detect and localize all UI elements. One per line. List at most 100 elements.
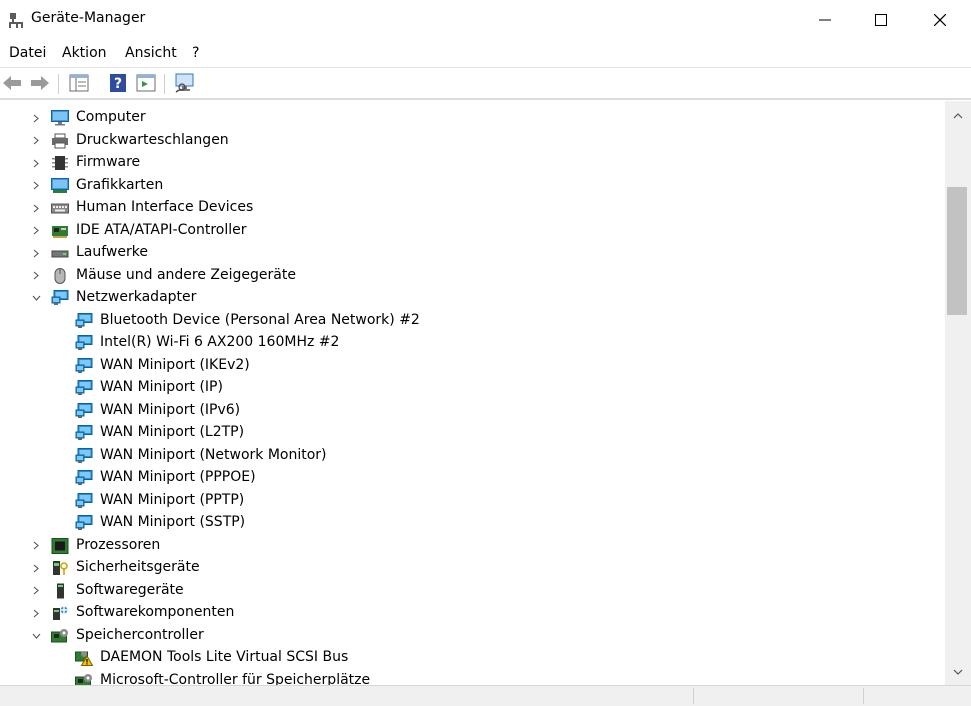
tree-device-row[interactable]: WAN Miniport (PPTP) (0, 490, 945, 512)
expander-chevron-right-icon[interactable] (30, 156, 42, 170)
security-icon (51, 560, 69, 576)
tree-item-label: WAN Miniport (PPPOE) (100, 469, 256, 485)
maximize-button[interactable] (852, 0, 910, 40)
tree-item-label: Softwaregeräte (76, 581, 184, 598)
expander-chevron-right-icon[interactable] (30, 201, 42, 215)
tree-item-label: Druckwarteschlangen (76, 131, 229, 148)
menu-help[interactable]: ? (192, 45, 199, 61)
tree-category-row[interactable]: Prozessoren (0, 535, 945, 557)
network-icon (75, 380, 93, 396)
keyboard-icon (51, 200, 69, 216)
tree-device-row[interactable]: WAN Miniport (SSTP) (0, 512, 945, 534)
chevron-down-icon (953, 669, 963, 675)
tree-category-row[interactable]: Netzwerkadapter (0, 287, 945, 309)
expander-chevron-down-icon[interactable] (30, 629, 42, 643)
expander-chevron-right-icon[interactable] (30, 179, 42, 193)
expander-chevron-right-icon[interactable] (30, 561, 42, 575)
back-button[interactable] (1, 72, 23, 94)
tree-item-label: Mäuse und andere Zeigegeräte (76, 266, 296, 283)
tree-category-row[interactable]: Sicherheitsgeräte (0, 557, 945, 579)
tree-category-row[interactable]: Mäuse und andere Zeigegeräte (0, 265, 945, 287)
scroll-down-button[interactable] (945, 663, 971, 681)
drive-icon (51, 245, 69, 261)
network-icon (75, 357, 93, 374)
tree-item-label: Human Interface Devices (76, 199, 254, 215)
expander-chevron-right-icon[interactable] (30, 246, 42, 260)
tree-device-row[interactable]: Microsoft-Controller für Speicherplätze (0, 670, 945, 686)
scan-hardware-button[interactable] (174, 72, 196, 94)
tree-device-row[interactable]: WAN Miniport (IKEv2) (0, 355, 945, 377)
toolbar: ? (0, 68, 971, 100)
expander-chevron-right-icon[interactable] (30, 584, 42, 598)
expander-chevron-right-icon[interactable] (30, 269, 42, 283)
menu-bar: Datei Aktion Ansicht ? (0, 40, 971, 68)
properties-button[interactable] (135, 72, 157, 94)
tree-category-row[interactable]: Human Interface Devices (0, 197, 945, 219)
minimize-button[interactable] (796, 0, 854, 40)
expander-chevron-right-icon[interactable] (30, 134, 42, 148)
tree-device-row[interactable]: Intel(R) Wi-Fi 6 AX200 160MHz #2 (0, 332, 945, 354)
tree-item-label: WAN Miniport (PPTP) (100, 491, 245, 508)
network-icon (51, 290, 69, 306)
printer-icon (51, 133, 69, 149)
console-tree-icon (69, 74, 89, 92)
tree-category-row[interactable]: Druckwarteschlangen (0, 130, 945, 152)
arrow-right-icon (31, 76, 49, 90)
software-device-icon (51, 583, 69, 599)
status-separator (863, 688, 864, 704)
expander-chevron-right-icon[interactable] (30, 539, 42, 553)
ide-controller-icon (51, 223, 69, 239)
tree-item-label: WAN Miniport (SSTP) (100, 514, 246, 530)
tree-category-row[interactable]: Softwaregeräte (0, 580, 945, 602)
help-button[interactable]: ? (107, 72, 129, 94)
vertical-scrollbar[interactable] (945, 101, 971, 685)
tree-item-label: Prozessoren (76, 536, 161, 553)
tree-category-row[interactable]: Computer (0, 107, 945, 129)
tree-device-row[interactable]: WAN Miniport (IP) (0, 377, 945, 399)
menu-ansicht[interactable]: Ansicht (125, 45, 177, 61)
scrollbar-thumb[interactable] (947, 187, 967, 315)
tree-device-row[interactable]: DAEMON Tools Lite Virtual SCSI Bus (0, 647, 945, 669)
tree-category-row[interactable]: Speichercontroller (0, 625, 945, 647)
network-icon (75, 312, 93, 329)
tree-category-row[interactable]: Grafikkarten (0, 175, 945, 197)
tree-device-row[interactable]: WAN Miniport (PPPOE) (0, 467, 945, 489)
tree-category-row[interactable]: IDE ATA/ATAPI-Controller (0, 220, 945, 242)
chevron-up-icon (953, 113, 963, 119)
chip-icon (51, 155, 69, 171)
show-hide-console-tree-button[interactable] (68, 72, 90, 94)
tree-device-row[interactable]: WAN Miniport (L2TP) (0, 422, 945, 444)
network-icon (75, 492, 93, 509)
network-icon (75, 470, 93, 486)
storage-controller-icon (75, 673, 93, 685)
tree-item-label: Firmware (76, 154, 141, 170)
maximize-icon (875, 14, 887, 26)
tree-category-row[interactable]: Softwarekomponenten (0, 602, 945, 624)
forward-button[interactable] (29, 72, 51, 94)
tree-item-label: Laufwerke (76, 244, 148, 260)
svg-text:?: ? (114, 76, 122, 92)
device-tree: Computer Druckwarteschlangen Firmware Grafi… (0, 101, 945, 685)
expander-chevron-right-icon[interactable] (30, 606, 42, 620)
menu-aktion[interactable]: Aktion (62, 45, 107, 61)
scan-monitor-icon (175, 73, 194, 93)
expander-chevron-down-icon[interactable] (30, 291, 42, 305)
scroll-up-button[interactable] (945, 107, 971, 125)
expander-chevron-right-icon[interactable] (30, 224, 42, 238)
help-book-icon: ? (110, 74, 126, 92)
expander-chevron-right-icon[interactable] (30, 111, 42, 125)
tree-item-label: Microsoft-Controller für Speicherplätze (100, 671, 371, 686)
close-button[interactable] (911, 0, 969, 40)
network-icon (75, 515, 93, 531)
display-adapter-icon (51, 177, 69, 194)
status-separator (693, 688, 694, 704)
tree-category-row[interactable]: Firmware (0, 152, 945, 174)
tree-device-row[interactable]: WAN Miniport (IPv6) (0, 400, 945, 422)
tree-category-row[interactable]: Laufwerke (0, 242, 945, 264)
toolbar-separator (58, 74, 59, 94)
computer-icon (51, 110, 69, 126)
window-title: Geräte-Manager (31, 10, 146, 26)
tree-device-row[interactable]: Bluetooth Device (Personal Area Network)… (0, 310, 945, 332)
tree-device-row[interactable]: WAN Miniport (Network Monitor) (0, 445, 945, 467)
menu-datei[interactable]: Datei (9, 45, 46, 61)
